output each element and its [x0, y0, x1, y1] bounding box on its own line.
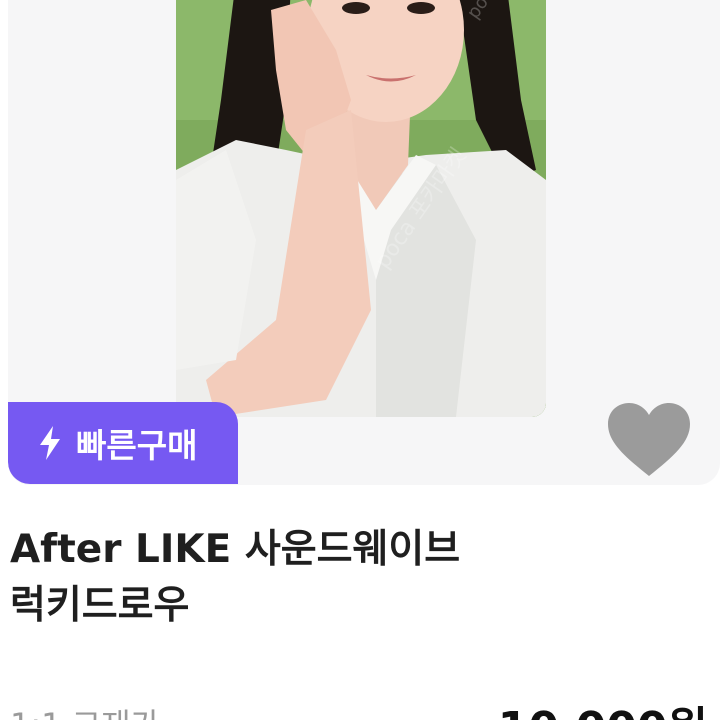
product-title-line-2: 럭키드로우 — [10, 583, 190, 628]
product-title[interactable]: After LIKE 사운드웨이브 럭키드로우 — [10, 522, 710, 634]
product-title-line-1: After LIKE 사운드웨이브 — [10, 527, 461, 572]
listing-card[interactable]: poca 포카마켓 poca 포카마켓 빠른구매 After LIKE 사운드웨… — [0, 0, 720, 720]
price: 10,000원 — [498, 692, 708, 720]
fast-buy-label: 빠른구매 — [76, 426, 198, 465]
favorite-button[interactable] — [604, 400, 694, 480]
lightning-bolt-icon — [38, 426, 62, 460]
fast-buy-badge: 빠른구매 — [8, 402, 238, 484]
seller-info: 1:1 교재가 — [10, 700, 160, 720]
heart-icon — [608, 403, 690, 476]
product-photo: poca 포카마켓 poca 포카마켓 — [176, 0, 546, 417]
